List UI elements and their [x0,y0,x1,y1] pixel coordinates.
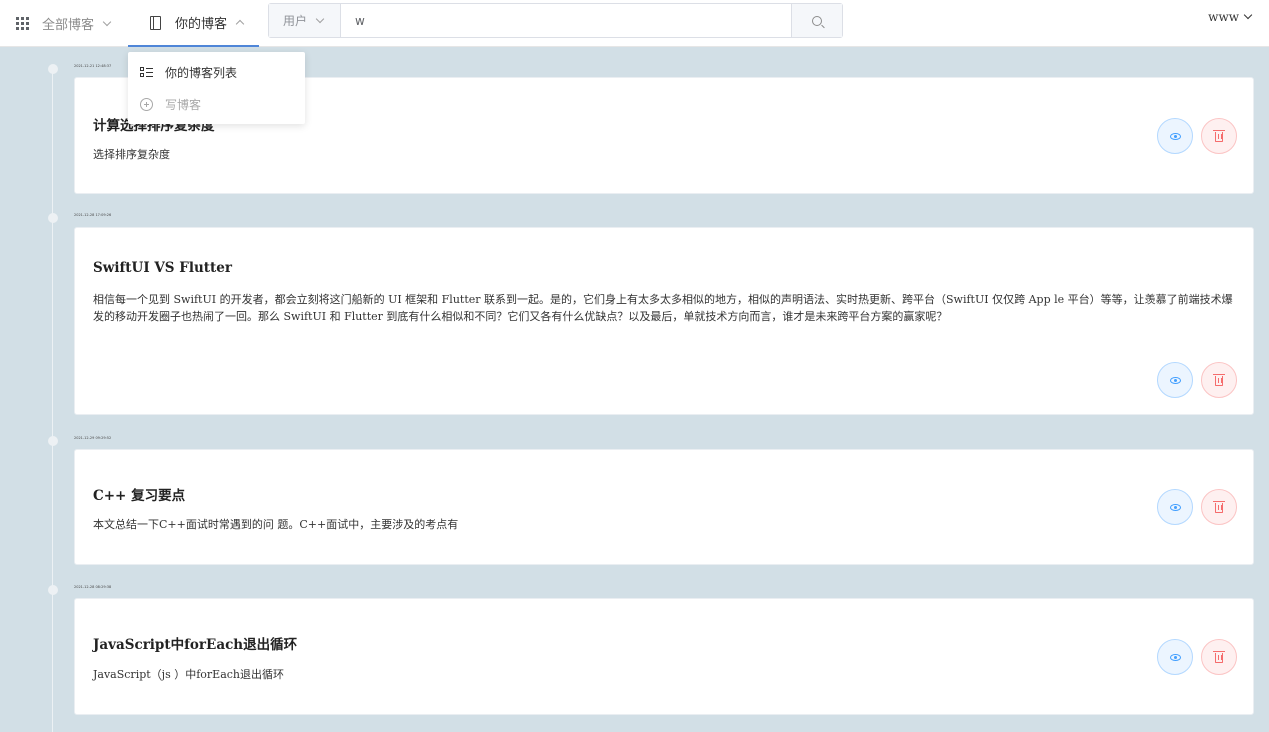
view-button[interactable] [1157,118,1193,154]
eye-icon [1169,376,1181,384]
dropdown-item-label: 写博客 [165,97,202,112]
view-button[interactable] [1157,362,1193,398]
post-date: 2021-12-21 12:48:37 [74,64,112,68]
delete-button[interactable] [1201,639,1237,675]
post-card: SwiftUI VS Flutter 相信每一个见到 SwiftUI 的开发者，… [74,227,1254,415]
dropdown-item-label: 你的博客列表 [165,65,238,80]
search-button[interactable] [791,4,842,37]
search-scope-label: 用户 [283,14,308,28]
plus-circle-icon [140,97,153,111]
nav-all-blogs-label: 全部博客 [42,18,95,33]
search-icon [812,15,822,26]
nav-my-blogs[interactable]: 你的博客 [128,0,259,47]
search-scope-select[interactable]: 用户 [269,4,341,37]
trash-icon [1213,651,1225,663]
chevron-down-icon [1243,10,1253,20]
trash-icon [1213,374,1225,386]
dropdown-item-blog-list[interactable]: 你的博客列表 [128,56,305,88]
chevron-up-icon [235,19,245,29]
post-date: 2021-12-28 08:29:38 [74,585,112,589]
eye-icon [1169,653,1181,661]
chevron-down-icon [315,14,325,23]
post-title[interactable]: SwiftUI VS Flutter [93,260,232,276]
view-button[interactable] [1157,489,1193,525]
search-bar: 用户 [268,3,843,38]
view-button[interactable] [1157,639,1193,675]
trash-icon [1213,130,1225,142]
delete-button[interactable] [1201,362,1237,398]
timeline-dot [48,213,58,223]
post-date: 2021-12-28 17:09:26 [74,213,112,217]
post-title[interactable]: JavaScript中forEach退出循环 [93,633,297,653]
user-menu[interactable]: www [1208,0,1253,34]
trash-icon [1213,501,1225,513]
post-card: C++ 复习要点 本文总结一下C++面试时常遇到的问 题。C++面试中，主要涉及… [74,449,1254,565]
user-name: www [1208,10,1239,24]
post-date: 2021-12-29 09:29:52 [74,436,112,440]
nav-all-blogs[interactable]: 全部博客 [16,0,112,47]
delete-button[interactable] [1201,118,1237,154]
list-icon [140,66,153,78]
delete-button[interactable] [1201,489,1237,525]
timeline-dot [48,585,58,595]
timeline-dot [48,64,58,74]
post-description: 本文总结一下C++面试时常遇到的问 题。C++面试中，主要涉及的考点有 [93,518,459,531]
nav-my-blogs-label: 你的博客 [175,17,228,32]
timeline-dot [48,436,58,446]
book-icon [150,15,161,30]
post-title[interactable]: C++ 复习要点 [93,484,185,504]
post-description: JavaScript（js ）中forEach退出循环 [93,668,285,681]
search-input[interactable] [341,4,791,37]
post-description: 选择排序复杂度 [93,148,170,161]
chevron-down-icon [102,17,112,26]
grid-icon [16,16,30,31]
timeline-line [52,68,53,732]
my-blogs-dropdown: 你的博客列表 写博客 [128,52,305,124]
dropdown-item-write-blog[interactable]: 写博客 [128,88,305,120]
eye-icon [1169,132,1181,140]
top-nav-bar: 全部博客 你的博客 用户 w ww [0,0,1269,47]
post-description: 相信每一个见到 SwiftUI 的开发者，都会立刻将这门船新的 UI 框架和 F… [93,293,1233,323]
eye-icon [1169,503,1181,511]
post-card: JavaScript中forEach退出循环 JavaScript（js ）中f… [74,598,1254,715]
